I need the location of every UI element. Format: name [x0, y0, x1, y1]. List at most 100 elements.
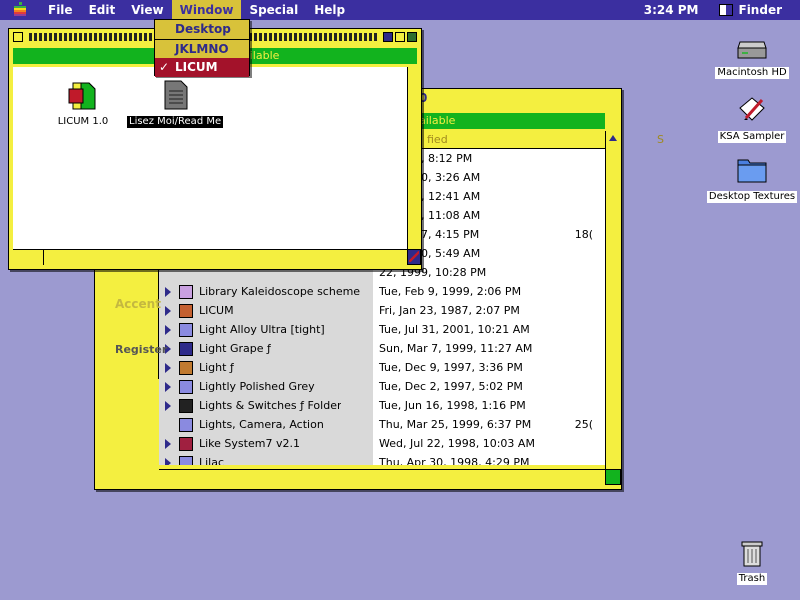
- list-row[interactable]: LICUM Fri, Jan 23, 1987, 2:07 PM: [159, 301, 605, 320]
- menu-item-desktop[interactable]: Desktop: [155, 20, 249, 39]
- accent-label: Accent: [115, 297, 161, 311]
- icon-view-area[interactable]: LICUM 1.0 Lisez Moi/Read Me: [13, 67, 407, 249]
- row-name-cell[interactable]: LICUM: [159, 301, 373, 320]
- menu-item-jklmno[interactable]: JKLMNO: [155, 39, 249, 58]
- file-type-icon: [179, 436, 193, 451]
- list-row[interactable]: Light ƒ Tue, Dec 9, 1997, 3:36 PM: [159, 358, 605, 377]
- file-type-icon: [179, 379, 193, 394]
- row-name-text: Like System7 v2.1: [199, 437, 300, 450]
- trash-icon: [741, 541, 763, 567]
- file-type-icon: [179, 341, 193, 356]
- menu-edit[interactable]: Edit: [81, 0, 124, 20]
- column-header-size[interactable]: S: [657, 133, 664, 146]
- apple-menu[interactable]: [0, 0, 40, 20]
- list-row[interactable]: Light Alloy Ultra [tight] Tue, Jul 31, 20…: [159, 320, 605, 339]
- list-row[interactable]: Lights, Camera, Action Thu, Mar 25, 1999,…: [159, 415, 605, 434]
- list-row[interactable]: Light Grape ƒ Sun, Mar 7, 1999, 11:27 AM: [159, 339, 605, 358]
- finder-icon: [718, 4, 733, 16]
- disclosure-triangle-icon[interactable]: [165, 381, 171, 392]
- row-date-cell: Tue, Jul 31, 2001, 10:21 AM: [379, 323, 530, 336]
- desktop-icon-label: KSA Sampler: [717, 131, 787, 143]
- desktop-icon-ksa-sampler[interactable]: KSA Sampler: [712, 94, 792, 143]
- disclosure-triangle-icon[interactable]: [165, 305, 171, 316]
- disclosure-triangle-icon[interactable]: [165, 286, 171, 297]
- vertical-scrollbar[interactable]: [407, 67, 421, 249]
- horizontal-scrollbar[interactable]: [13, 249, 407, 265]
- row-name-text: Lightly Polished Grey: [199, 380, 315, 393]
- file-icon-readme[interactable]: Lisez Moi/Read Me: [127, 79, 224, 128]
- row-date-cell: Thu, Mar 25, 1999, 6:37 PM: [379, 418, 532, 431]
- menu-bar: File Edit View Window Special Help 3:24 …: [0, 0, 800, 20]
- row-size-cell: [559, 377, 599, 396]
- row-name-cell[interactable]: Lilac: [159, 453, 373, 465]
- row-name-cell[interactable]: Light Alloy Ultra [tight]: [159, 320, 373, 339]
- list-row[interactable]: Lightly Polished Grey Tue, Dec 2, 1997, 5…: [159, 377, 605, 396]
- row-size-cell: [559, 339, 599, 358]
- row-size-cell: [559, 282, 599, 301]
- menu-special[interactable]: Special: [241, 0, 306, 20]
- desktop-icon-macintosh-hd[interactable]: Macintosh HD: [712, 38, 792, 79]
- disclosure-triangle-icon[interactable]: [165, 324, 171, 335]
- menu-view[interactable]: View: [123, 0, 171, 20]
- menu-item-licum[interactable]: ✓ LICUM: [155, 58, 249, 77]
- list-row[interactable]: Like System7 v2.1 Wed, Jul 22, 1998, 10:0…: [159, 434, 605, 453]
- row-name-text: Library Kaleidoscope scheme: [199, 285, 361, 298]
- row-name-text: Light Alloy Ultra [tight]: [199, 323, 325, 336]
- row-size-cell: [559, 358, 599, 377]
- file-label: Lisez Moi/Read Me: [127, 116, 224, 128]
- menu-window[interactable]: Window: [171, 0, 242, 20]
- scroll-up-arrow-icon[interactable]: [609, 135, 617, 141]
- vertical-scrollbar[interactable]: [605, 131, 621, 469]
- row-date-cell: Sun, Mar 7, 1999, 11:27 AM: [379, 342, 533, 355]
- row-size-cell: [559, 187, 599, 206]
- row-name-text: Light Grape ƒ: [199, 342, 271, 355]
- window-menu-dropdown: Desktop JKLMNO ✓ LICUM: [154, 19, 250, 77]
- list-row[interactable]: Library Kaleidoscope scheme Tue, Feb 9, 1…: [159, 282, 605, 301]
- desktop-icon-label: Trash: [736, 573, 768, 585]
- zoom-box[interactable]: [383, 32, 393, 42]
- windowshade-box[interactable]: [407, 32, 417, 42]
- row-name-cell[interactable]: Lights, Camera, Action: [159, 415, 373, 434]
- file-icon-licum[interactable]: LICUM 1.0: [53, 79, 113, 128]
- desktop-icon-desktop-textures[interactable]: Desktop Textures: [704, 154, 800, 203]
- disclosure-triangle-icon[interactable]: [165, 400, 171, 411]
- row-date-cell: Tue, Jun 16, 1998, 1:16 PM: [379, 399, 526, 412]
- disclosure-triangle-icon[interactable]: [165, 438, 171, 449]
- row-size-cell: 25(: [574, 418, 593, 431]
- checkmark-icon: ✓: [159, 60, 170, 74]
- document-icon: [164, 80, 188, 110]
- row-name-text: Lights, Camera, Action: [199, 418, 324, 431]
- file-type-icon: [179, 284, 193, 299]
- side-panel: Accent Register: [101, 259, 167, 379]
- row-name-cell[interactable]: Like System7 v2.1: [159, 434, 373, 453]
- row-date-cell: Tue, Dec 9, 1997, 3:36 PM: [379, 361, 523, 374]
- list-row[interactable]: Lilac Thu, Apr 30, 1998, 4:29 PM: [159, 453, 605, 465]
- resize-box[interactable]: [605, 469, 621, 485]
- row-date-cell: Fri, Jan 23, 1987, 2:07 PM: [379, 304, 520, 317]
- menu-help[interactable]: Help: [306, 0, 353, 20]
- menubar-clock[interactable]: 3:24 PM: [644, 3, 699, 17]
- close-box[interactable]: [13, 32, 23, 42]
- collapse-box[interactable]: [395, 32, 405, 42]
- horizontal-scrollbar[interactable]: [159, 469, 605, 485]
- scroll-divider: [43, 250, 44, 265]
- column-header-modified[interactable]: fied: [427, 133, 448, 146]
- desktop-icon-trash[interactable]: Trash: [720, 538, 784, 585]
- row-name-cell[interactable]: Light ƒ: [159, 358, 373, 377]
- row-name-cell[interactable]: Light Grape ƒ: [159, 339, 373, 358]
- row-size-cell: [559, 453, 599, 465]
- disclosure-triangle-icon[interactable]: [165, 457, 171, 465]
- row-name-text: Lilac: [199, 456, 225, 465]
- application-menu[interactable]: Finder: [713, 3, 800, 17]
- disclosure-triangle-icon[interactable]: [165, 362, 171, 373]
- resize-box[interactable]: [407, 249, 421, 265]
- list-row[interactable]: Lights & Switches ƒ Folder Tue, Jun 16, 1…: [159, 396, 605, 415]
- row-name-cell[interactable]: Lights & Switches ƒ Folder: [159, 396, 373, 415]
- file-type-icon: [179, 303, 193, 318]
- menu-file[interactable]: File: [40, 0, 81, 20]
- row-name-cell[interactable]: Library Kaleidoscope scheme: [159, 282, 373, 301]
- row-name-cell[interactable]: Lightly Polished Grey: [159, 377, 373, 396]
- row-size-cell: [559, 244, 599, 263]
- status-text: ailable: [419, 114, 456, 127]
- desktop-icon-label: Macintosh HD: [715, 67, 789, 79]
